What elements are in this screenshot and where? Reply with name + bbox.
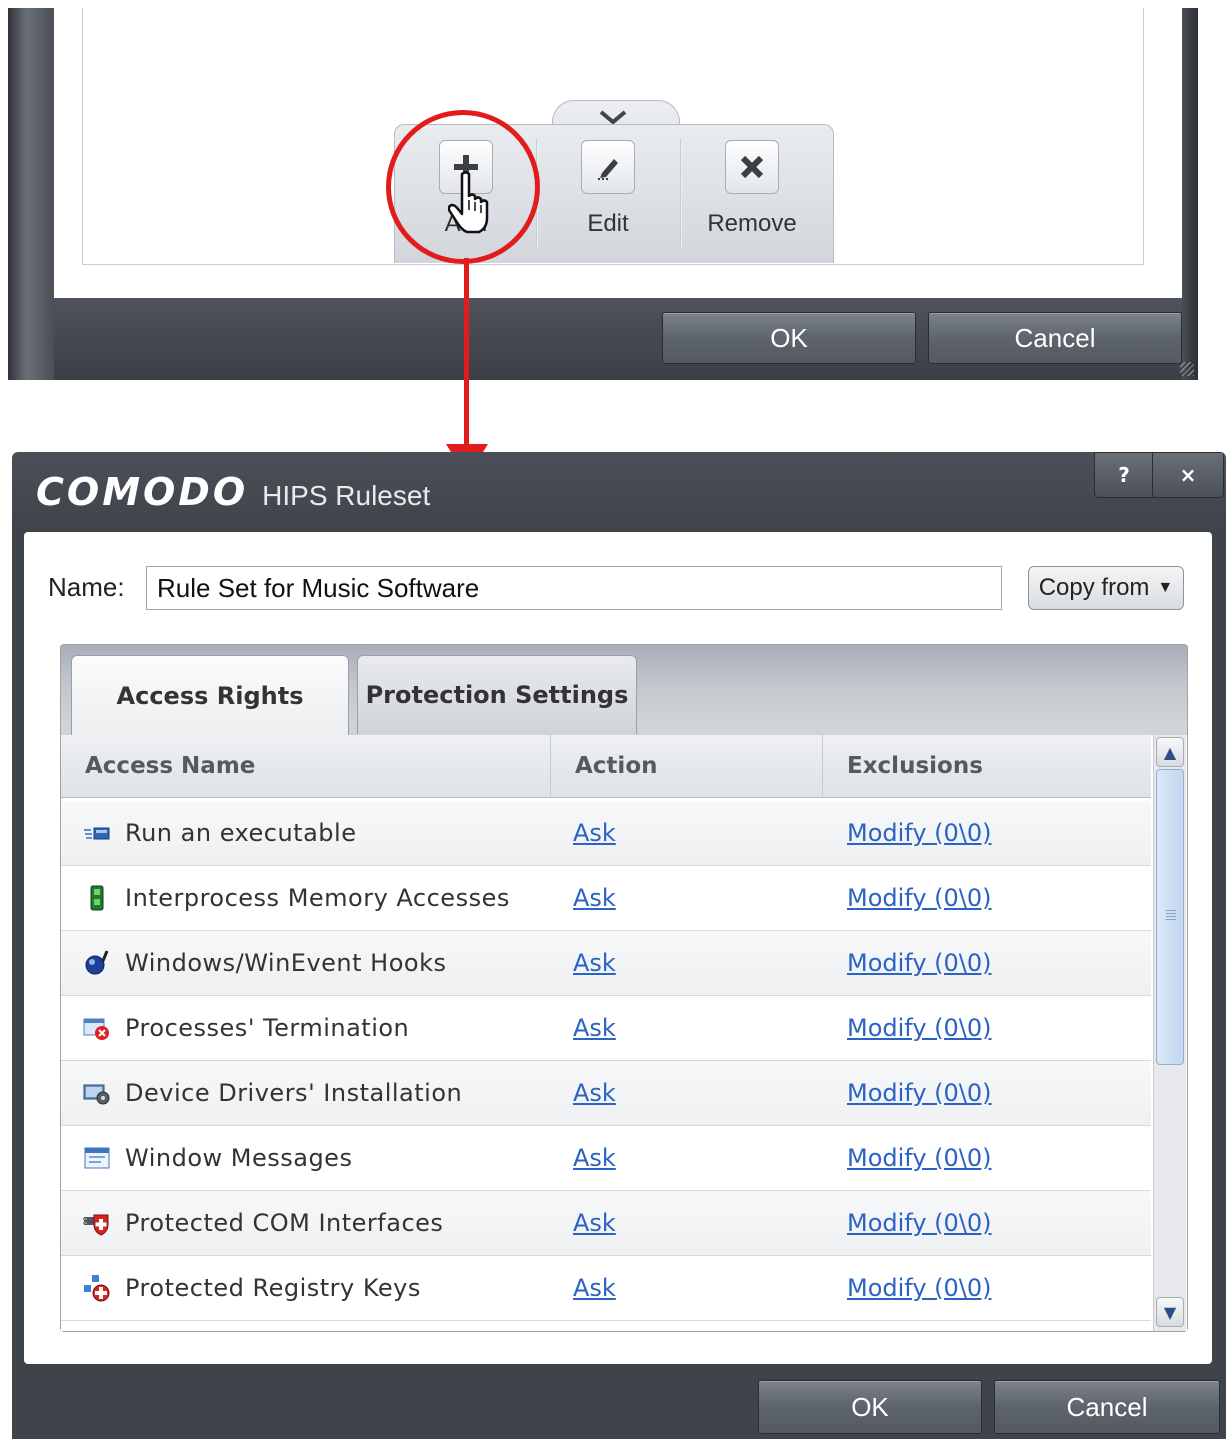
hand-cursor-icon	[448, 171, 489, 234]
copy-from-label: Copy from	[1038, 574, 1150, 601]
com-interfaces-icon	[83, 1214, 109, 1236]
action-link[interactable]: Ask	[573, 1126, 616, 1190]
access-name-cell: Protected COM Interfaces	[83, 1191, 443, 1255]
background-cancel-button[interactable]: Cancel	[928, 312, 1182, 364]
access-name-cell: Protected Registry Keys	[83, 1256, 421, 1320]
pencil-icon	[581, 140, 635, 194]
exclusions-link[interactable]: Modify (0\0)	[847, 1256, 992, 1320]
action-link[interactable]: Ask	[573, 996, 616, 1060]
access-rights-table: Access Name Action Exclusions Run an exe…	[61, 735, 1187, 1331]
background-ok-button[interactable]: OK	[662, 312, 916, 364]
access-name-text: Interprocess Memory Accesses	[125, 884, 510, 912]
table-header: Access Name Action Exclusions	[61, 735, 1151, 798]
action-link[interactable]: Ask	[573, 866, 616, 930]
remove-label: Remove	[707, 210, 797, 237]
table-row[interactable]: Interprocess Memory Accesses Ask Modify …	[61, 866, 1151, 931]
exclusions-link[interactable]: Modify (0\0)	[847, 931, 992, 995]
hooks-icon	[85, 950, 109, 975]
access-name-cell: Processes' Termination	[83, 996, 409, 1060]
window-right-rail	[1182, 8, 1198, 380]
access-name-text: Device Drivers' Installation	[125, 1079, 463, 1107]
action-link[interactable]: Ask	[573, 801, 616, 865]
exclusions-link[interactable]: Modify (0\0)	[847, 801, 992, 865]
run-executable-icon	[84, 827, 110, 840]
table-row[interactable]: Run an executable Ask Modify (0\0)	[61, 801, 1151, 866]
table-row[interactable]: Windows/WinEvent Hooks Ask Modify (0\0)	[61, 931, 1151, 996]
hips-ruleset-dialog: COMODO HIPS Ruleset ? × Name: Copy from …	[12, 452, 1226, 1439]
table-body: Run an executable Ask Modify (0\0) Inter…	[61, 801, 1151, 1321]
vertical-scrollbar[interactable]: ▲ ▼	[1153, 735, 1186, 1331]
access-name-cell: Device Drivers' Installation	[83, 1061, 462, 1125]
table-row[interactable]: Processes' Termination Ask Modify (0\0)	[61, 996, 1151, 1061]
name-label: Name:	[48, 572, 125, 602]
access-name-text: Window Messages	[125, 1144, 353, 1172]
edit-label: Edit	[587, 210, 629, 237]
table-row[interactable]: Protected COM Interfaces Ask Modify (0\0…	[61, 1191, 1151, 1256]
edit-button[interactable]: Edit	[538, 140, 678, 250]
tabs-panel: Access Rights Protection Settings Access…	[60, 644, 1188, 1332]
access-name-text: Processes' Termination	[125, 1014, 410, 1042]
scroll-up-icon[interactable]: ▲	[1156, 737, 1184, 767]
interprocess-memory-icon	[90, 885, 104, 911]
exclusions-link[interactable]: Modify (0\0)	[847, 1191, 992, 1255]
close-button[interactable]: ×	[1152, 452, 1224, 498]
action-link[interactable]: Ask	[573, 1256, 616, 1320]
dialog-body: Name: Copy from ▼ Access Rights Protecti…	[24, 532, 1212, 1364]
column-header-exclusions[interactable]: Exclusions	[823, 735, 1151, 797]
access-name-cell: Run an executable	[83, 801, 356, 865]
dialog-title-bar: COMODO HIPS Ruleset	[36, 470, 430, 518]
dialog-title: HIPS Ruleset	[262, 480, 431, 511]
access-name-cell: Window Messages	[83, 1126, 352, 1190]
exclusions-link[interactable]: Modify (0\0)	[847, 866, 992, 930]
exclusions-link[interactable]: Modify (0\0)	[847, 1126, 992, 1190]
column-header-access-name[interactable]: Access Name	[61, 735, 551, 797]
access-name-text: Protected COM Interfaces	[125, 1209, 444, 1237]
remove-button[interactable]: Remove	[682, 140, 822, 250]
column-header-action[interactable]: Action	[551, 735, 823, 797]
help-button[interactable]: ?	[1094, 452, 1154, 498]
action-link[interactable]: Ask	[573, 1061, 616, 1125]
comodo-logo: COMODO	[36, 470, 249, 514]
table-row[interactable]: Window Messages Ask Modify (0\0)	[61, 1126, 1151, 1191]
resize-grip-icon[interactable]	[1180, 362, 1194, 376]
process-termination-icon	[83, 1018, 109, 1040]
action-link[interactable]: Ask	[573, 931, 616, 995]
device-drivers-icon	[83, 1084, 110, 1105]
copy-from-button[interactable]: Copy from ▼	[1028, 566, 1184, 610]
tab-access-rights[interactable]: Access Rights	[71, 655, 349, 736]
scroll-down-icon[interactable]: ▼	[1156, 1297, 1184, 1327]
tab-protection-settings[interactable]: Protection Settings	[357, 655, 637, 734]
close-icon	[725, 140, 779, 194]
access-name-cell: Interprocess Memory Accesses	[83, 866, 510, 930]
cancel-button[interactable]: Cancel	[994, 1380, 1220, 1434]
access-name-text: Run an executable	[125, 819, 357, 847]
window-messages-icon	[84, 1147, 110, 1169]
grip-icon	[1166, 910, 1176, 920]
exclusions-link[interactable]: Modify (0\0)	[847, 1061, 992, 1125]
ok-button[interactable]: OK	[758, 1380, 982, 1434]
window-left-rail	[8, 8, 54, 380]
caret-down-icon: ▼	[1157, 579, 1174, 596]
name-input[interactable]	[146, 566, 1002, 610]
exclusions-link[interactable]: Modify (0\0)	[847, 996, 992, 1060]
registry-keys-icon	[84, 1275, 110, 1302]
scrollbar-thumb[interactable]	[1156, 769, 1184, 1065]
access-name-cell: Windows/WinEvent Hooks	[83, 931, 447, 995]
action-link[interactable]: Ask	[573, 1191, 616, 1255]
annotation-arrow-line	[464, 258, 469, 454]
table-row[interactable]: Device Drivers' Installation Ask Modify …	[61, 1061, 1151, 1126]
access-name-text: Protected Registry Keys	[125, 1274, 421, 1302]
table-row[interactable]: Protected Registry Keys Ask Modify (0\0)	[61, 1256, 1151, 1321]
access-name-text: Windows/WinEvent Hooks	[125, 949, 447, 977]
